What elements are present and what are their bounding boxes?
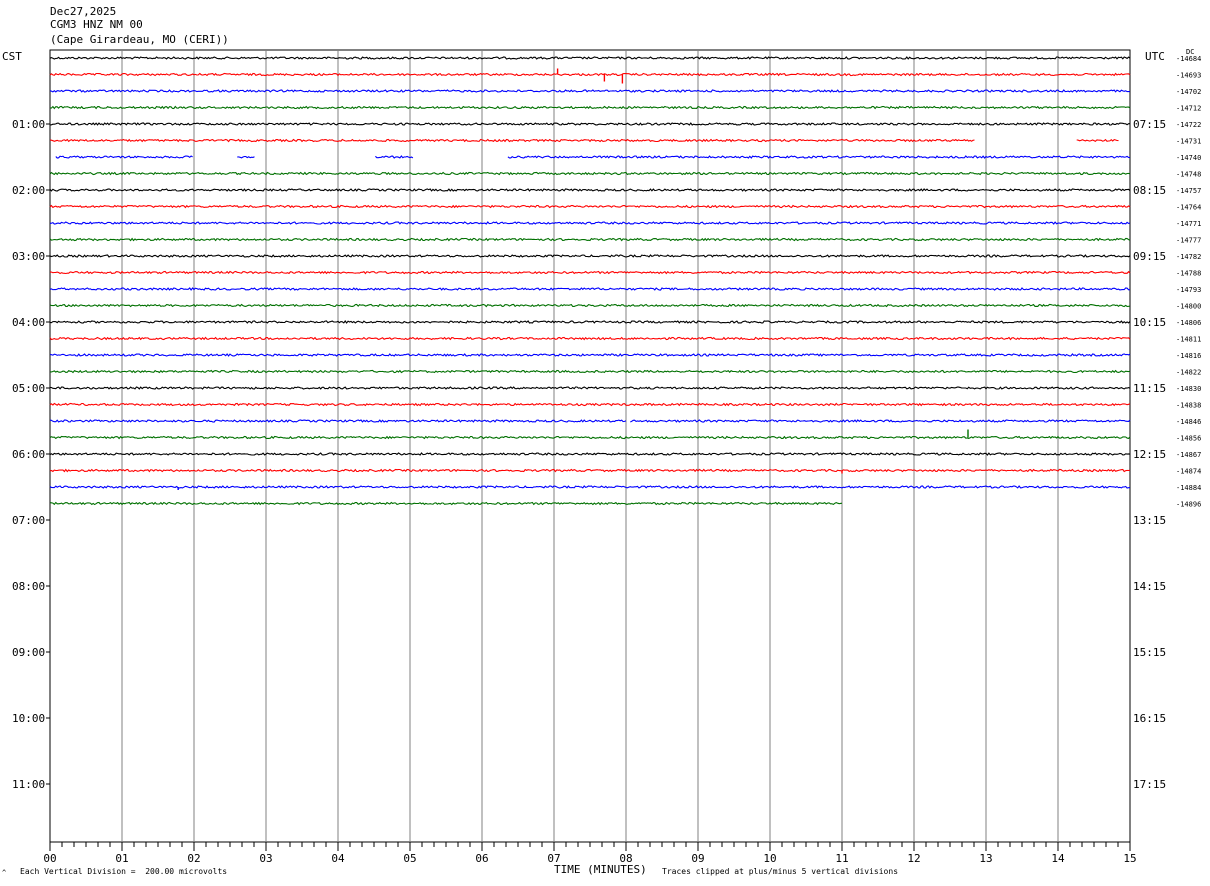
seismic-trace: [49, 56, 1131, 60]
seismic-trace: [49, 138, 1119, 143]
seismic-trace: [49, 122, 1130, 126]
left-hour-label: 03:00: [12, 250, 45, 263]
right-hour-label: 17:15: [1133, 778, 1166, 791]
dc-offset-value: -14811: [1176, 336, 1201, 344]
left-hour-label: 08:00: [12, 580, 45, 593]
x-tick-label: 10: [763, 852, 776, 865]
dc-offset-value: -14846: [1176, 418, 1201, 426]
dc-offset-value: -14782: [1176, 253, 1201, 261]
x-axis-title: TIME (MINUTES): [554, 863, 647, 876]
corner-mark: ^: [2, 869, 7, 877]
left-hour-label: 01:00: [12, 118, 45, 131]
x-tick-label: 09: [691, 852, 704, 865]
x-tick-label: 14: [1051, 852, 1065, 865]
clip-note: Traces clipped at plus/minus 5 vertical …: [662, 867, 899, 876]
seismic-trace: [49, 452, 1131, 456]
x-tick-label: 02: [187, 852, 200, 865]
right-hour-label: 15:15: [1133, 646, 1166, 659]
dc-offset-value: -14702: [1176, 88, 1201, 96]
seismic-trace: [49, 485, 1131, 489]
dc-offset-value: -14771: [1176, 220, 1201, 228]
dc-offset-value: -14884: [1176, 484, 1201, 492]
dc-offset-value: -14731: [1176, 138, 1201, 146]
seismic-trace: [49, 89, 1131, 93]
seismic-trace: [49, 221, 1131, 225]
dc-offset-value: -14740: [1176, 154, 1201, 162]
dc-offset-value: -14896: [1176, 501, 1201, 509]
dc-offset-value: -14838: [1176, 402, 1201, 410]
x-tick-label: 06: [475, 852, 488, 865]
right-hour-label: 09:15: [1133, 250, 1166, 263]
seismic-trace: [49, 105, 1131, 110]
right-hour-label: 14:15: [1133, 580, 1166, 593]
seismic-trace: [49, 320, 1131, 324]
seismic-trace: [49, 72, 1131, 77]
seismic-trace: [49, 402, 1131, 407]
left-hour-label: 10:00: [12, 712, 45, 725]
seismic-trace: [49, 204, 1131, 209]
seismic-trace: [49, 254, 1131, 258]
dc-offset-value: -14684: [1176, 55, 1201, 63]
seismic-trace: [49, 237, 1131, 242]
right-hour-label: 07:15: [1133, 118, 1166, 131]
dc-offset-value: -14856: [1176, 435, 1201, 443]
dc-offset-value: -14830: [1176, 385, 1201, 393]
x-tick-label: 13: [979, 852, 992, 865]
dc-offset-value: -14712: [1176, 105, 1201, 113]
left-hour-label: 02:00: [12, 184, 45, 197]
dc-offset-value: -14777: [1176, 237, 1201, 245]
scale-note: Each Vertical Division = 200.00 microvol…: [20, 867, 228, 876]
right-hour-label: 13:15: [1133, 514, 1166, 527]
right-hour-label: 16:15: [1133, 712, 1166, 725]
right-hour-label: 08:15: [1133, 184, 1166, 197]
seismic-trace: [49, 468, 1131, 473]
dc-offset-value: -14793: [1176, 286, 1201, 294]
dc-offset-value: -14806: [1176, 319, 1201, 327]
seismic-trace: [49, 353, 1131, 357]
dc-offset-value: -14816: [1176, 352, 1201, 360]
left-hour-label: 04:00: [12, 316, 45, 329]
dc-offset-value: -14748: [1176, 171, 1201, 179]
left-hour-label: 09:00: [12, 646, 45, 659]
dc-offset-value: -14874: [1176, 468, 1201, 476]
x-tick-label: 12: [907, 852, 920, 865]
dc-offset-value: -14800: [1176, 303, 1201, 311]
left-hour-label: 07:00: [12, 514, 45, 527]
right-hour-label: 12:15: [1133, 448, 1166, 461]
dc-offset-value: -14788: [1176, 270, 1201, 278]
seismic-trace: [49, 287, 1131, 291]
x-tick-label: 00: [43, 852, 56, 865]
seismic-trace: [49, 386, 1131, 390]
seismic-trace: [49, 188, 1131, 192]
x-tick-label: 05: [403, 852, 416, 865]
seismic-trace: [49, 419, 1131, 423]
seismic-trace: [55, 155, 1131, 159]
dc-offset-value: -14757: [1176, 187, 1201, 195]
plot-frame: [49, 49, 1131, 843]
helicorder-plot: 00 01 02 03 04 05 06 07 08 09 10 11 12 13 14 1501:0002:…: [12, 49, 1201, 865]
seismic-trace: [49, 336, 1131, 341]
dc-offset-value: -14867: [1176, 451, 1201, 459]
seismic-trace: [49, 501, 843, 506]
dc-offset-value: -14722: [1176, 121, 1201, 129]
seismic-trace: [49, 303, 1131, 308]
right-hour-label: 10:15: [1133, 316, 1166, 329]
x-tick-label: 01: [115, 852, 128, 865]
left-hour-label: 06:00: [12, 448, 45, 461]
right-hour-label: 11:15: [1133, 382, 1166, 395]
seismic-trace: [49, 270, 1131, 275]
seismic-trace: [50, 369, 1131, 374]
dc-offset-value: -14693: [1176, 72, 1201, 80]
seismic-trace: [49, 171, 1131, 176]
x-tick-label: 03: [259, 852, 272, 865]
x-tick-label: 04: [331, 852, 345, 865]
left-hour-label: 11:00: [12, 778, 45, 791]
dc-offset-value: -14822: [1176, 369, 1201, 377]
x-tick-label: 11: [835, 852, 848, 865]
dc-offset-value: -14764: [1176, 204, 1201, 212]
x-tick-label: 15: [1123, 852, 1136, 865]
left-hour-label: 05:00: [12, 382, 45, 395]
